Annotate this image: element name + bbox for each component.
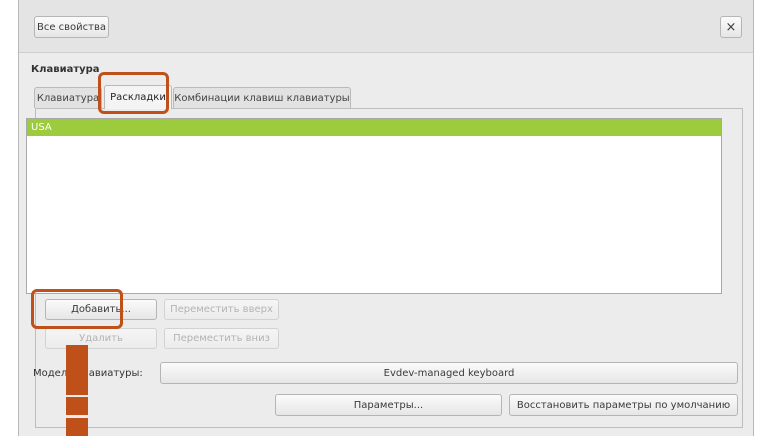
tab-highlight: [98, 72, 169, 114]
reset-defaults-button[interactable]: Восстановить параметры по умолчанию: [509, 394, 738, 416]
tab-keyboard[interactable]: Клавиатура: [34, 87, 102, 108]
annotation-marker-3: [66, 397, 88, 415]
layout-list[interactable]: USA: [26, 118, 722, 294]
add-button-highlight: [31, 289, 123, 329]
window-header: Все свойства ×: [19, 0, 753, 53]
remove-layout-button[interactable]: Удалить: [45, 328, 157, 349]
close-button[interactable]: ×: [720, 16, 742, 38]
list-item[interactable]: USA: [27, 119, 721, 136]
annotation-marker-2: [66, 378, 88, 395]
annotation-marker-4: [66, 418, 88, 436]
page-title: Клавиатура: [31, 64, 100, 75]
tab-shortcuts[interactable]: Комбинации клавиш клавиатуры: [173, 87, 351, 108]
close-icon: ×: [725, 19, 737, 35]
move-up-button[interactable]: Переместить вверх: [164, 299, 279, 320]
move-down-button[interactable]: Переместить вниз: [164, 328, 279, 349]
all-settings-button[interactable]: Все свойства: [34, 16, 109, 38]
options-button[interactable]: Параметры...: [275, 394, 502, 416]
keyboard-model-button[interactable]: Evdev-managed keyboard: [160, 362, 738, 384]
annotation-marker-1: [66, 345, 88, 378]
